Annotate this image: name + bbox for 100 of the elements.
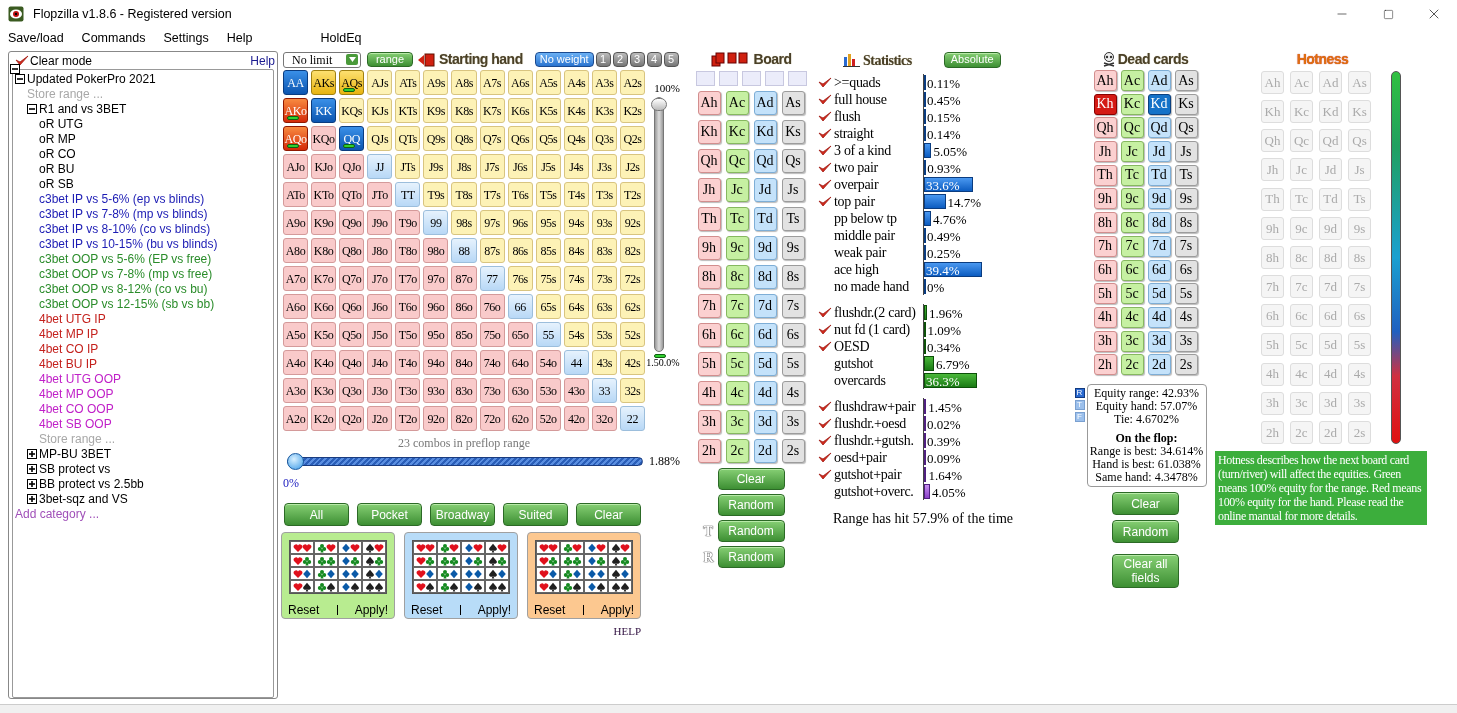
hand-cell[interactable]: T9s — [423, 182, 449, 207]
percent-slider-thumb[interactable] — [287, 452, 304, 470]
hand-cell[interactable]: AQo — [283, 126, 309, 151]
hand-cell[interactable]: 65o — [507, 322, 533, 347]
hand-cell[interactable]: A9o — [283, 210, 309, 235]
hand-cell[interactable]: J6o — [367, 294, 393, 319]
hand-cell[interactable]: 43s — [591, 350, 617, 375]
hand-cell[interactable]: 72o — [479, 406, 505, 431]
hand-cell[interactable]: AA — [283, 70, 309, 95]
stat-row[interactable]: oesd+pair 0.09% — [815, 449, 1070, 466]
hand-cell[interactable]: 22 — [619, 406, 645, 431]
card-button[interactable]: Jh — [1093, 141, 1117, 163]
hand-cell[interactable]: Q3s — [591, 126, 617, 151]
hand-cell[interactable]: Q5o — [339, 322, 365, 347]
hand-cell[interactable]: QQ — [339, 126, 365, 151]
apply-link[interactable]: Apply! — [354, 601, 388, 619]
hand-cell[interactable]: J4o — [367, 350, 393, 375]
hand-cell[interactable]: Q3o — [339, 378, 365, 403]
expand-icon[interactable] — [27, 463, 37, 474]
hand-cell[interactable]: KJs — [367, 98, 393, 123]
hand-cell[interactable]: T3s — [591, 182, 617, 207]
hand-cell[interactable]: J3s — [591, 154, 617, 179]
hand-cell[interactable]: 92o — [423, 406, 449, 431]
stat-row[interactable]: nut fd (1 card) 1.09% — [815, 321, 1070, 338]
hand-cell[interactable]: 84s — [563, 238, 589, 263]
hand-cell[interactable]: 75o — [479, 322, 505, 347]
card-button[interactable]: 9s — [1174, 188, 1198, 210]
hand-cell[interactable]: K3s — [591, 98, 617, 123]
stat-row[interactable]: flushdr.(2 card) 1.96% — [815, 304, 1070, 321]
stat-row[interactable]: top pair 14.7% — [815, 193, 1070, 210]
suit-pair-icon[interactable] — [610, 581, 630, 592]
card-button[interactable]: 8d — [1147, 212, 1171, 234]
hand-cell[interactable]: T2s — [619, 182, 645, 207]
hand-cell[interactable]: Q5s — [535, 126, 561, 151]
card-button[interactable]: 9c — [1120, 188, 1144, 210]
stat-row[interactable]: flushdraw+pair 1.45% — [815, 398, 1070, 415]
hand-cell[interactable]: JTs — [395, 154, 421, 179]
suit-pair-icon[interactable] — [364, 542, 384, 553]
card-button[interactable]: 4h — [697, 381, 721, 405]
hand-cell[interactable]: K5s — [535, 98, 561, 123]
card-button[interactable]: 4c — [1120, 306, 1144, 328]
hand-cell[interactable]: A9s — [423, 70, 449, 95]
card-button[interactable]: 5d — [753, 352, 777, 376]
hand-cell[interactable]: J8s — [451, 154, 477, 179]
hand-cell[interactable]: 96s — [507, 210, 533, 235]
hand-cell[interactable]: KQo — [311, 126, 337, 151]
hand-cell[interactable]: 97o — [423, 266, 449, 291]
hand-cell[interactable]: K3o — [311, 378, 337, 403]
suit-pair-icon[interactable] — [586, 542, 606, 553]
hand-cell[interactable]: K4o — [311, 350, 337, 375]
hand-cell[interactable]: KTs — [395, 98, 421, 123]
card-button[interactable]: As — [1174, 70, 1198, 91]
card-button[interactable]: 7c — [1120, 235, 1144, 257]
card-button[interactable]: 3c — [725, 410, 749, 434]
stat-row[interactable]: ace high 39.4% — [815, 261, 1070, 278]
card-button[interactable]: Qh — [1093, 117, 1117, 139]
stat-row[interactable]: gutshot+pair 1.64% — [815, 466, 1070, 483]
hand-cell[interactable]: JJ — [367, 154, 393, 179]
hand-cell[interactable]: 64o — [507, 350, 533, 375]
card-button[interactable]: 3c — [1120, 330, 1144, 352]
hand-cell[interactable]: QJs — [367, 126, 393, 151]
hand-cell[interactable]: A7s — [479, 70, 505, 95]
hand-cell[interactable]: 66 — [507, 294, 533, 319]
suit-pair-icon[interactable] — [562, 581, 582, 592]
stat-row[interactable]: 3 of a kind 5.05% — [815, 142, 1070, 159]
help-link[interactable]: HELP — [613, 623, 641, 640]
card-button[interactable]: 2s — [1174, 354, 1198, 376]
hand-cell[interactable]: 76o — [479, 294, 505, 319]
card-button[interactable]: 5c — [725, 352, 749, 376]
card-button[interactable]: 5d — [1147, 283, 1171, 305]
hand-cell[interactable]: T5s — [535, 182, 561, 207]
hand-cell[interactable]: J6s — [507, 154, 533, 179]
suit-pair-icon[interactable] — [463, 581, 483, 592]
card-button[interactable]: 2h — [1093, 354, 1117, 376]
card-button[interactable]: 4s — [781, 381, 805, 405]
card-button[interactable]: Jd — [753, 178, 777, 202]
hand-cell[interactable]: Q9s — [423, 126, 449, 151]
hand-cell[interactable]: TT — [395, 182, 421, 207]
hand-cell[interactable]: A5o — [283, 322, 309, 347]
hand-cell[interactable]: 52o — [535, 406, 561, 431]
hand-cell[interactable]: 85o — [451, 322, 477, 347]
hand-cell[interactable]: AKs — [311, 70, 337, 95]
clear-mode-label[interactable]: Clear mode — [30, 51, 93, 70]
card-button[interactable]: 2h — [697, 439, 721, 463]
hand-cell[interactable]: K8o — [311, 238, 337, 263]
hand-cell[interactable]: KTo — [311, 182, 337, 207]
card-button[interactable]: Jc — [725, 178, 749, 202]
hand-cell[interactable]: A4o — [283, 350, 309, 375]
suit-pair-icon[interactable] — [316, 568, 336, 579]
hand-cell[interactable]: 96o — [423, 294, 449, 319]
hand-cell[interactable]: 53s — [591, 322, 617, 347]
hand-cell[interactable]: 94o — [423, 350, 449, 375]
hand-cell[interactable]: 32o — [591, 406, 617, 431]
hand-cell[interactable]: 63o — [507, 378, 533, 403]
reset-link[interactable]: Reset — [288, 601, 320, 619]
hand-cell[interactable]: T3o — [395, 378, 421, 403]
card-button[interactable]: 6h — [1093, 259, 1117, 281]
hand-cell[interactable]: Q2o — [339, 406, 365, 431]
card-button[interactable]: Th — [1093, 164, 1117, 186]
hand-cell[interactable]: J2s — [619, 154, 645, 179]
